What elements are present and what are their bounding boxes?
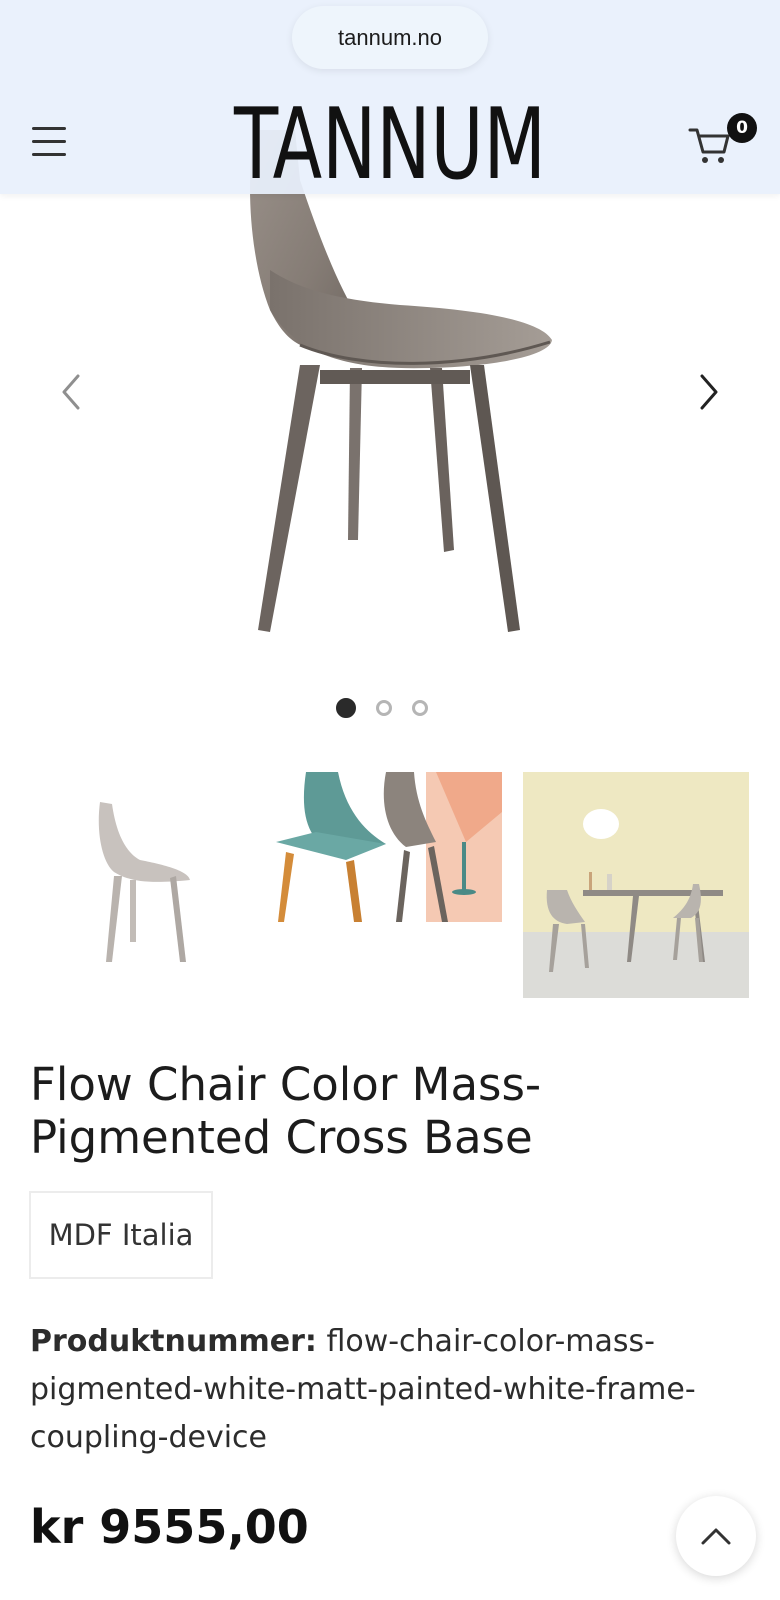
thumbnail-chairs-group-image bbox=[276, 772, 502, 922]
url-text: tannum.no bbox=[338, 24, 442, 50]
chevron-right-icon bbox=[700, 374, 718, 410]
slide-indicators bbox=[336, 698, 428, 718]
hamburger-icon-line bbox=[32, 140, 66, 143]
hamburger-icon bbox=[32, 127, 66, 130]
cart-icon bbox=[688, 128, 730, 163]
product-title: Flow Chair Color Mass-Pigmented Cross Ba… bbox=[30, 1058, 542, 1164]
product-main-image[interactable] bbox=[0, 120, 780, 680]
brand-label: MDF Italia bbox=[48, 1218, 194, 1252]
thumbnail-2[interactable] bbox=[276, 772, 502, 998]
chevron-up-icon bbox=[701, 1528, 731, 1545]
cart-count-badge: 0 bbox=[727, 113, 757, 143]
thumbnail-chair-image bbox=[98, 802, 190, 962]
url-bar[interactable]: tannum.no bbox=[292, 6, 488, 69]
site-header: tannum.no TANNUM 0 bbox=[0, 0, 780, 194]
thumbnail-room-image bbox=[523, 772, 749, 998]
scroll-to-top-button[interactable] bbox=[676, 1496, 756, 1576]
site-logo[interactable]: TANNUM bbox=[230, 98, 550, 188]
slide-dot-3[interactable] bbox=[412, 700, 428, 716]
brand-link[interactable]: MDF Italia bbox=[29, 1191, 213, 1279]
svg-text:TANNUM: TANNUM bbox=[233, 98, 546, 188]
thumbnail-3[interactable] bbox=[523, 772, 749, 998]
prev-slide-button[interactable] bbox=[56, 372, 86, 412]
product-sku: Produktnummer: flow-chair-color-mass-pig… bbox=[30, 1318, 750, 1462]
sku-label: Produktnummer: bbox=[30, 1324, 317, 1359]
menu-button[interactable] bbox=[30, 124, 70, 160]
next-slide-button[interactable] bbox=[694, 372, 724, 412]
product-price: kr 9555,00 bbox=[30, 1500, 309, 1554]
hamburger-icon-line bbox=[32, 153, 66, 156]
slide-dot-1[interactable] bbox=[336, 698, 356, 718]
thumbnail-1[interactable] bbox=[30, 772, 256, 998]
chevron-left-icon bbox=[62, 374, 80, 410]
slide-dot-2[interactable] bbox=[376, 700, 392, 716]
